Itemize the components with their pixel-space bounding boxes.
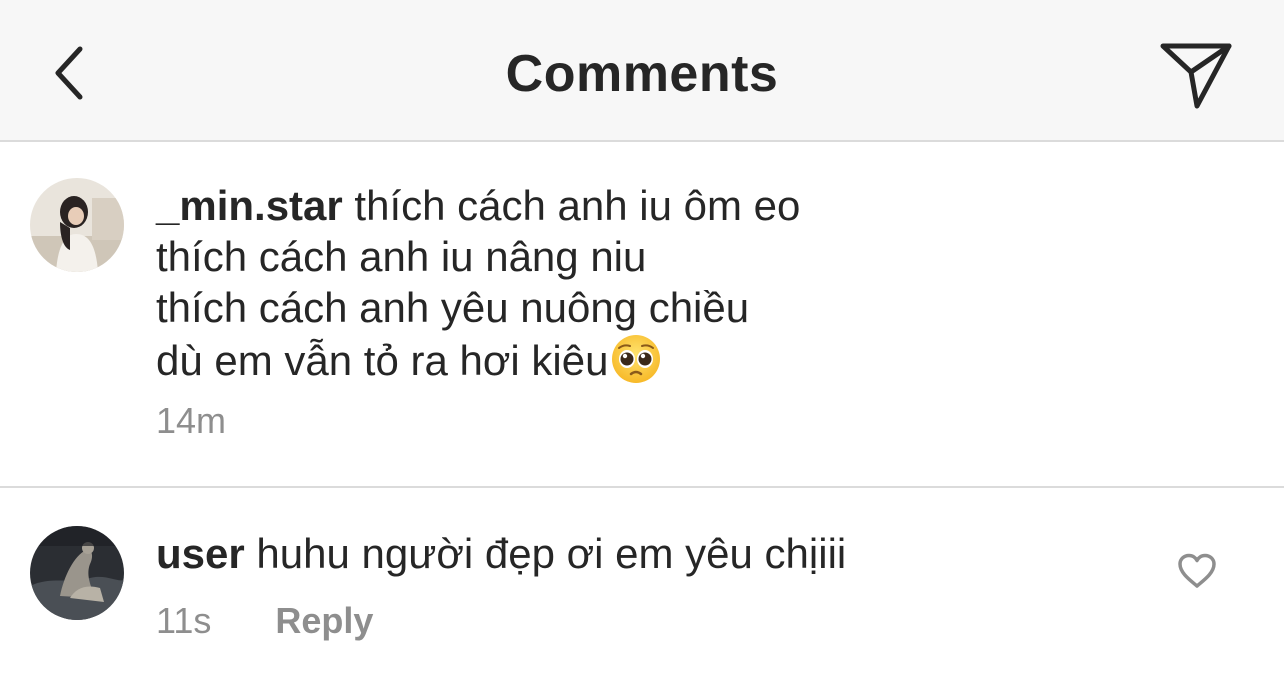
avatar-photo bbox=[30, 526, 124, 620]
pleading-face-emoji-icon bbox=[612, 335, 661, 383]
caption-text: _min.star thích cách anh iu ôm eo thích … bbox=[156, 180, 800, 386]
comment-body: huhu người đẹp ơi em yêu chịiii bbox=[256, 530, 847, 577]
header-bar: Comments bbox=[0, 0, 1284, 142]
share-button[interactable] bbox=[1150, 34, 1240, 114]
avatar[interactable] bbox=[30, 178, 124, 272]
like-button[interactable] bbox=[1176, 552, 1226, 598]
paper-plane-icon bbox=[1160, 43, 1232, 109]
comment-item: user huhu người đẹp ơi em yêu chịiii 11s… bbox=[0, 490, 1284, 696]
caption-comment: _min.star thích cách anh iu ôm eo thích … bbox=[0, 142, 1284, 488]
caption-line-2: thích cách anh iu nâng niu bbox=[156, 233, 647, 280]
reply-button[interactable]: Reply bbox=[275, 600, 373, 641]
caption-timestamp: 14m bbox=[156, 400, 227, 441]
caption-line-1: thích cách anh iu ôm eo bbox=[354, 182, 801, 229]
avatar-photo bbox=[30, 178, 124, 272]
avatar[interactable] bbox=[30, 526, 124, 620]
page-title: Comments bbox=[505, 45, 779, 103]
caption-meta: 14m bbox=[156, 400, 226, 442]
caption-line-3: thích cách anh yêu nuông chiều bbox=[156, 284, 750, 331]
heart-outline-icon bbox=[1178, 553, 1216, 588]
comment-username[interactable]: user bbox=[156, 530, 245, 577]
comment-timestamp: 11s bbox=[156, 600, 212, 641]
comment-meta: 11s Reply bbox=[156, 600, 373, 642]
caption-username[interactable]: _min.star bbox=[156, 182, 343, 229]
comment-text: user huhu người đẹp ơi em yêu chịiii bbox=[156, 528, 846, 579]
caption-line-4: dù em vẫn tỏ ra hơi kiêu bbox=[156, 337, 609, 384]
